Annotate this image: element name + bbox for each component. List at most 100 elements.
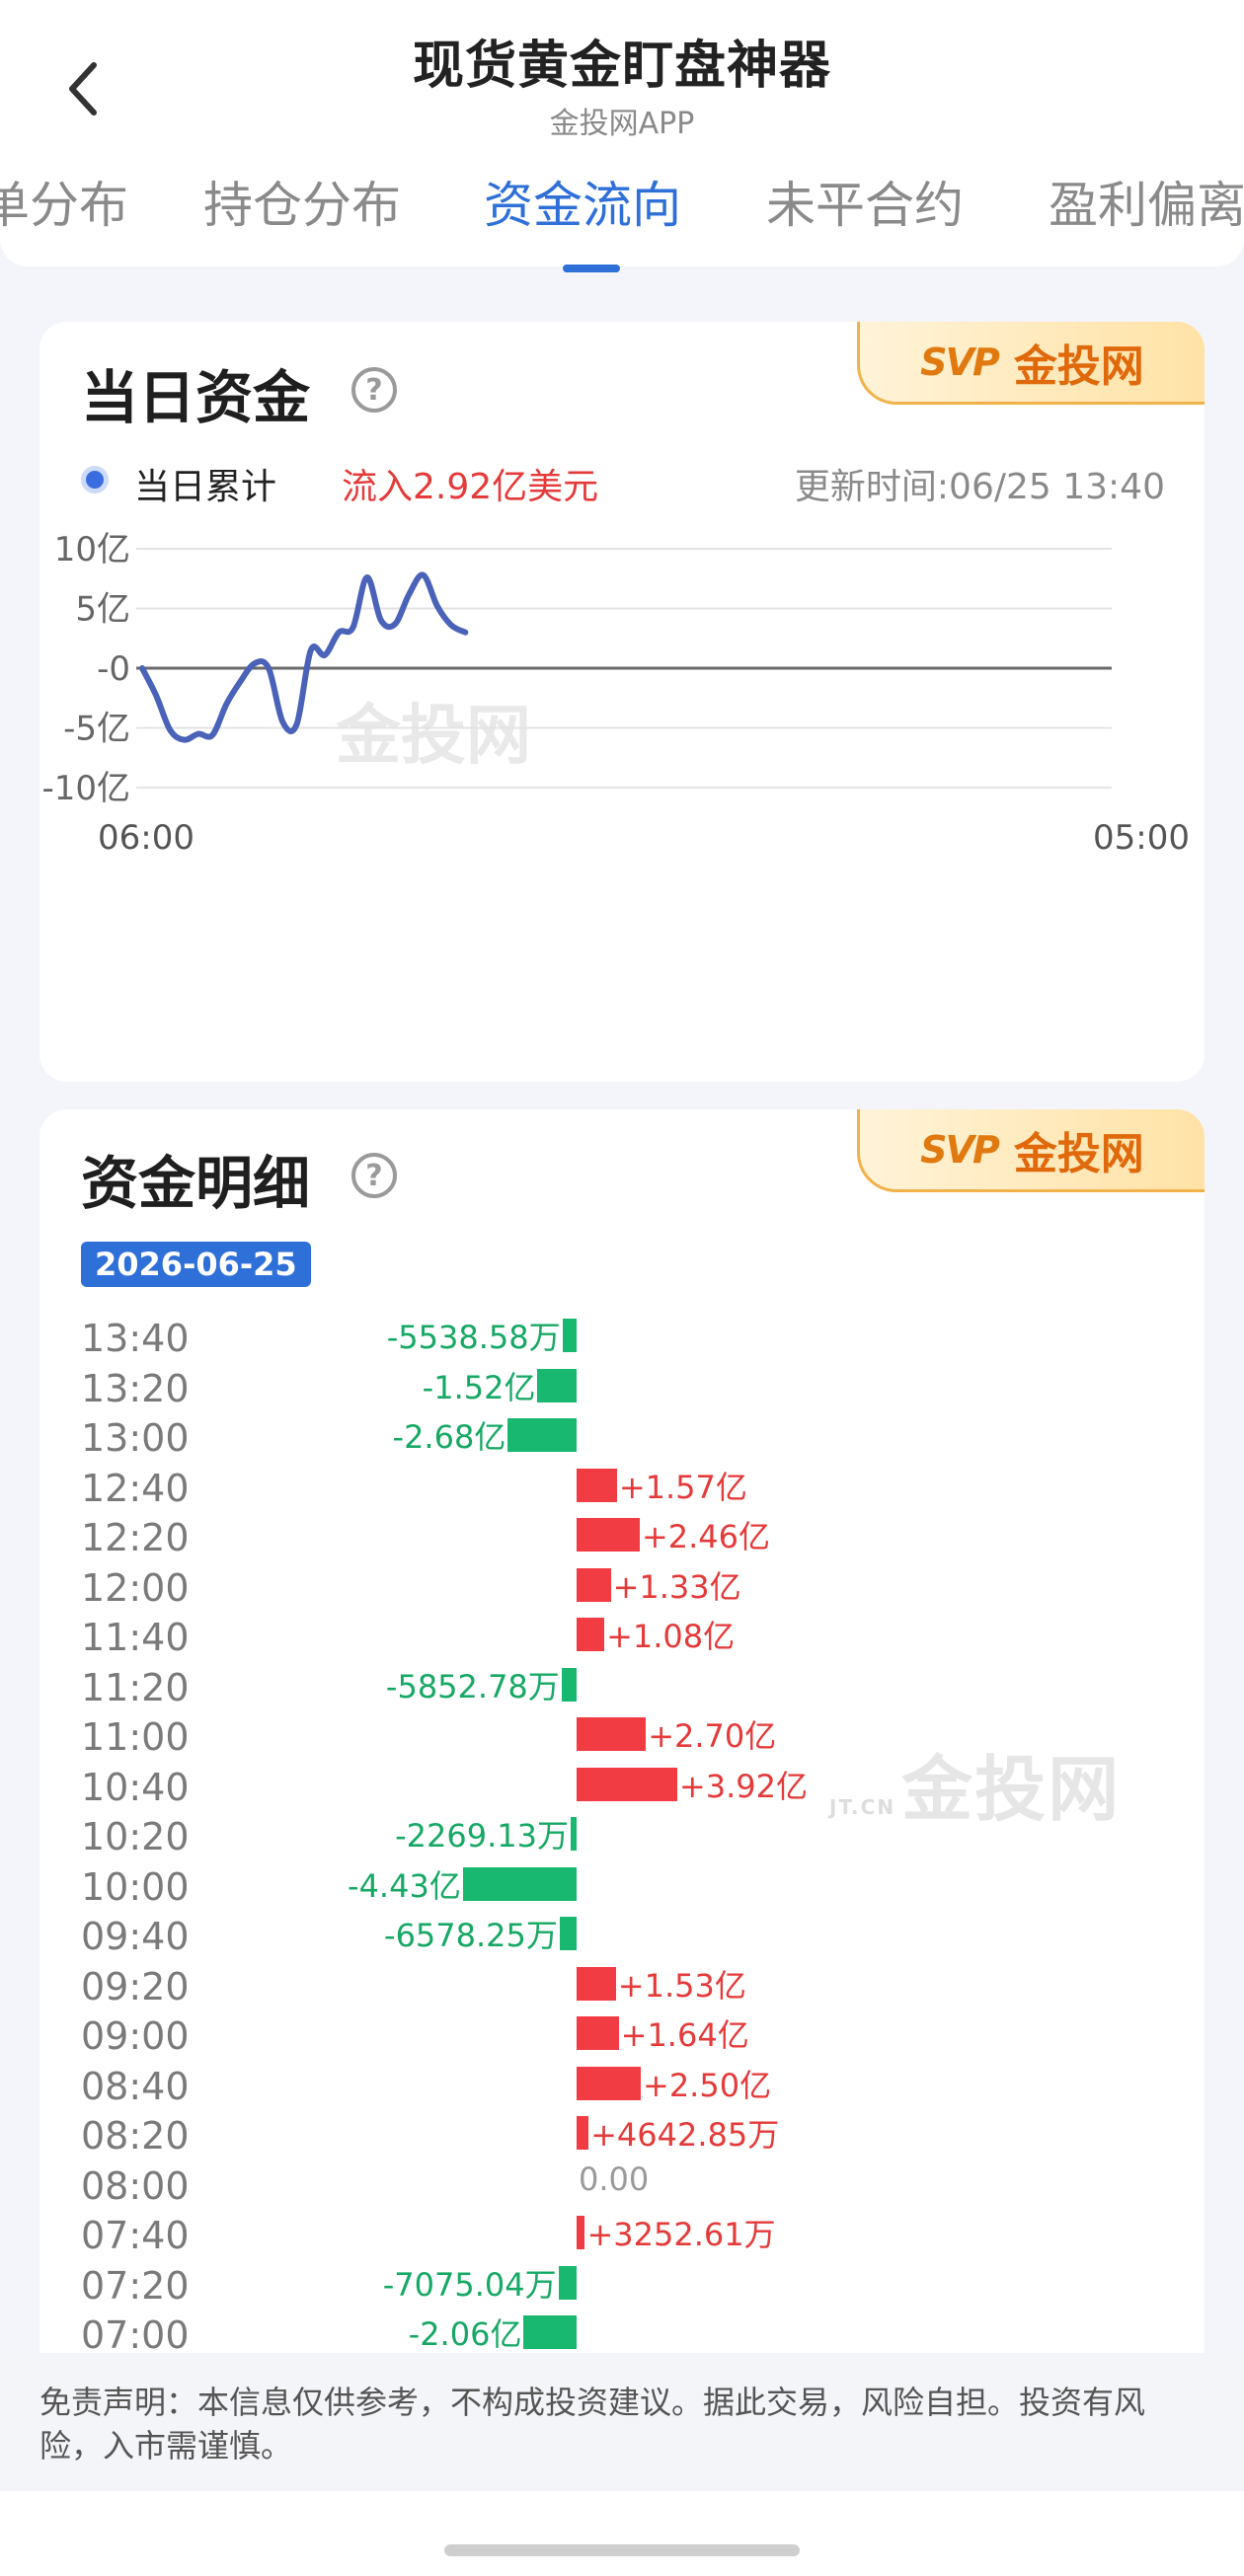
detail-row: 09:40 -6578.25万: [39, 1909, 1205, 1958]
row-time: 13:20: [81, 1366, 190, 1410]
y-tick-label: -5亿: [63, 710, 130, 749]
date-badge[interactable]: 2026-06-25: [81, 1242, 311, 1287]
legend-label: 当日累计: [134, 467, 277, 507]
tab-profit-deviation[interactable]: 盈利偏离: [1049, 166, 1244, 237]
row-time: 12:20: [81, 1516, 190, 1559]
question-circle-icon[interactable]: ?: [351, 367, 397, 413]
row-value: +1.08亿: [606, 1618, 736, 1655]
inflow-summary: 流入2.92亿美元: [342, 467, 599, 507]
brand-logo: SVP: [920, 1127, 1000, 1172]
row-time: 12:00: [81, 1565, 190, 1610]
inflow-bar: [577, 1618, 605, 1651]
detail-row: 07:20 -7075.04万: [39, 2258, 1205, 2308]
row-time: 09:00: [81, 2014, 190, 2058]
brand-name: 金投网: [1013, 341, 1144, 392]
row-time: 11:00: [81, 1715, 190, 1759]
detail-row: 11:20 -5852.78万: [39, 1660, 1205, 1709]
detail-row: 12:40 +1.57亿: [39, 1461, 1205, 1510]
outflow-bar: [562, 1319, 577, 1352]
page-title: 现货黄金盯盘神器: [412, 37, 831, 96]
row-time: 11:40: [81, 1616, 190, 1659]
home-indicator[interactable]: [444, 2544, 800, 2556]
row-time: 12:40: [81, 1466, 190, 1510]
row-value: -2.06亿: [408, 2315, 522, 2353]
inflow-bar: [577, 1717, 647, 1751]
row-time: 13:40: [81, 1317, 190, 1360]
row-value: +1.57亿: [618, 1468, 747, 1506]
x-tick-label: 05:00: [1093, 818, 1190, 858]
tab-order-distribution[interactable]: 单分布: [0, 166, 128, 237]
detail-row: 10:00 -4.43亿: [39, 1859, 1205, 1909]
row-time: 10:40: [81, 1765, 190, 1809]
brand-name: 金投网: [1013, 1128, 1144, 1179]
outflow-bar: [559, 1917, 577, 1950]
y-tick-label: 10亿: [54, 530, 130, 569]
row-value: +2.70亿: [648, 1717, 777, 1755]
bottom-safe-area: [0, 2491, 1244, 2576]
inflow-bar: [577, 1567, 611, 1602]
legend-dot-icon: [81, 466, 109, 493]
row-value: -7075.04万: [382, 2265, 557, 2304]
detail-row: 13:00 -2.68亿: [39, 1410, 1205, 1460]
detail-row: 12:00 +1.33亿: [39, 1560, 1205, 1610]
detail-row: 11:00 +2.70亿: [39, 1709, 1205, 1759]
page-subtitle: 金投网APP: [549, 107, 695, 141]
row-value: +1.33亿: [612, 1567, 741, 1606]
outflow-bar: [507, 1418, 577, 1452]
disclaimer: 免责声明：本信息仅供参考，不构成投资建议。据此交易，风险自担。投资有风险，入市需…: [0, 2353, 1244, 2491]
row-value: 0.00: [579, 2159, 650, 2198]
outflow-bar: [462, 1866, 577, 1901]
row-time: 07:00: [81, 2313, 190, 2353]
row-value: +2.50亿: [643, 2066, 772, 2104]
row-time: 10:00: [81, 1864, 190, 1909]
daily-capital-card: 当日资金 ? SVP 金投网 当日累计 流入2.92亿美元 更新时间:06/25…: [39, 322, 1205, 1082]
row-time: 09:20: [81, 1964, 190, 2008]
outflow-bar: [523, 2315, 577, 2349]
row-value: +1.53亿: [617, 1966, 746, 2005]
row-value: +1.64亿: [620, 2016, 749, 2054]
row-value: -2.68亿: [392, 1418, 506, 1456]
row-value: -1.52亿: [422, 1368, 536, 1406]
row-value: -5538.58万: [386, 1319, 561, 1356]
tab-active-indicator: [563, 265, 620, 272]
outflow-bar: [558, 2265, 577, 2300]
row-time: 11:20: [81, 1665, 190, 1709]
y-tick-label: -0: [97, 649, 130, 689]
capital-detail-list: JT.CN金投网 13:40 -5538.58万 13:20 -1.52亿 13:00-…: [39, 1307, 1205, 2353]
detail-row: 12:20 +2.46亿: [39, 1510, 1205, 1559]
detail-row: 09:00 +1.64亿: [39, 2008, 1205, 2058]
row-time: 07:40: [81, 2214, 190, 2257]
inflow-bar: [577, 2066, 641, 2100]
tab-open-interest[interactable]: 未平合约: [766, 166, 964, 237]
row-time: 08:40: [81, 2064, 190, 2108]
outflow-bar: [537, 1368, 577, 1402]
detail-row: 10:40 +3.92亿: [39, 1760, 1205, 1809]
tab-position-distribution[interactable]: 持仓分布: [203, 166, 401, 237]
update-time: 更新时间:06/25 13:40: [794, 467, 1165, 507]
brand-badge: SVP 金投网: [857, 1109, 1205, 1192]
detail-row: 09:20 +1.53亿: [39, 1959, 1205, 2008]
detail-row: 07:00 -2.06亿: [39, 2308, 1205, 2353]
row-value: +3.92亿: [678, 1767, 808, 1805]
outflow-bar: [571, 1817, 577, 1851]
detail-row: 07:40 +3252.61万: [39, 2208, 1205, 2257]
inflow-bar: [577, 1518, 640, 1552]
row-value: +3252.61万: [586, 2216, 776, 2253]
row-value: -5852.78万: [385, 1667, 560, 1705]
inflow-bar: [577, 1767, 677, 1801]
capital-line-chart: 金投网 10亿 5亿 -0 -5亿 -10亿 06:00 05:00: [41, 530, 1190, 858]
detail-row: 10:20 -2269.13万: [39, 1809, 1205, 1858]
brand-logo: SVP: [920, 340, 1000, 384]
detail-row: 08:40 +2.50亿: [39, 2059, 1205, 2108]
chart-watermark: 金投网: [335, 698, 531, 774]
question-circle-icon[interactable]: ?: [351, 1153, 397, 1198]
brand-badge: SVP 金投网: [857, 322, 1205, 405]
inflow-bar: [577, 2116, 589, 2150]
inflow-bar: [577, 1966, 616, 2001]
detail-row: 11:40 +1.08亿: [39, 1610, 1205, 1659]
inflow-bar: [577, 2216, 585, 2249]
capital-detail-title: 资金明细: [81, 1150, 311, 1217]
row-time: 09:40: [81, 1915, 190, 1958]
x-tick-label: 06:00: [98, 818, 194, 858]
tab-capital-flow[interactable]: 资金流向: [484, 166, 681, 237]
